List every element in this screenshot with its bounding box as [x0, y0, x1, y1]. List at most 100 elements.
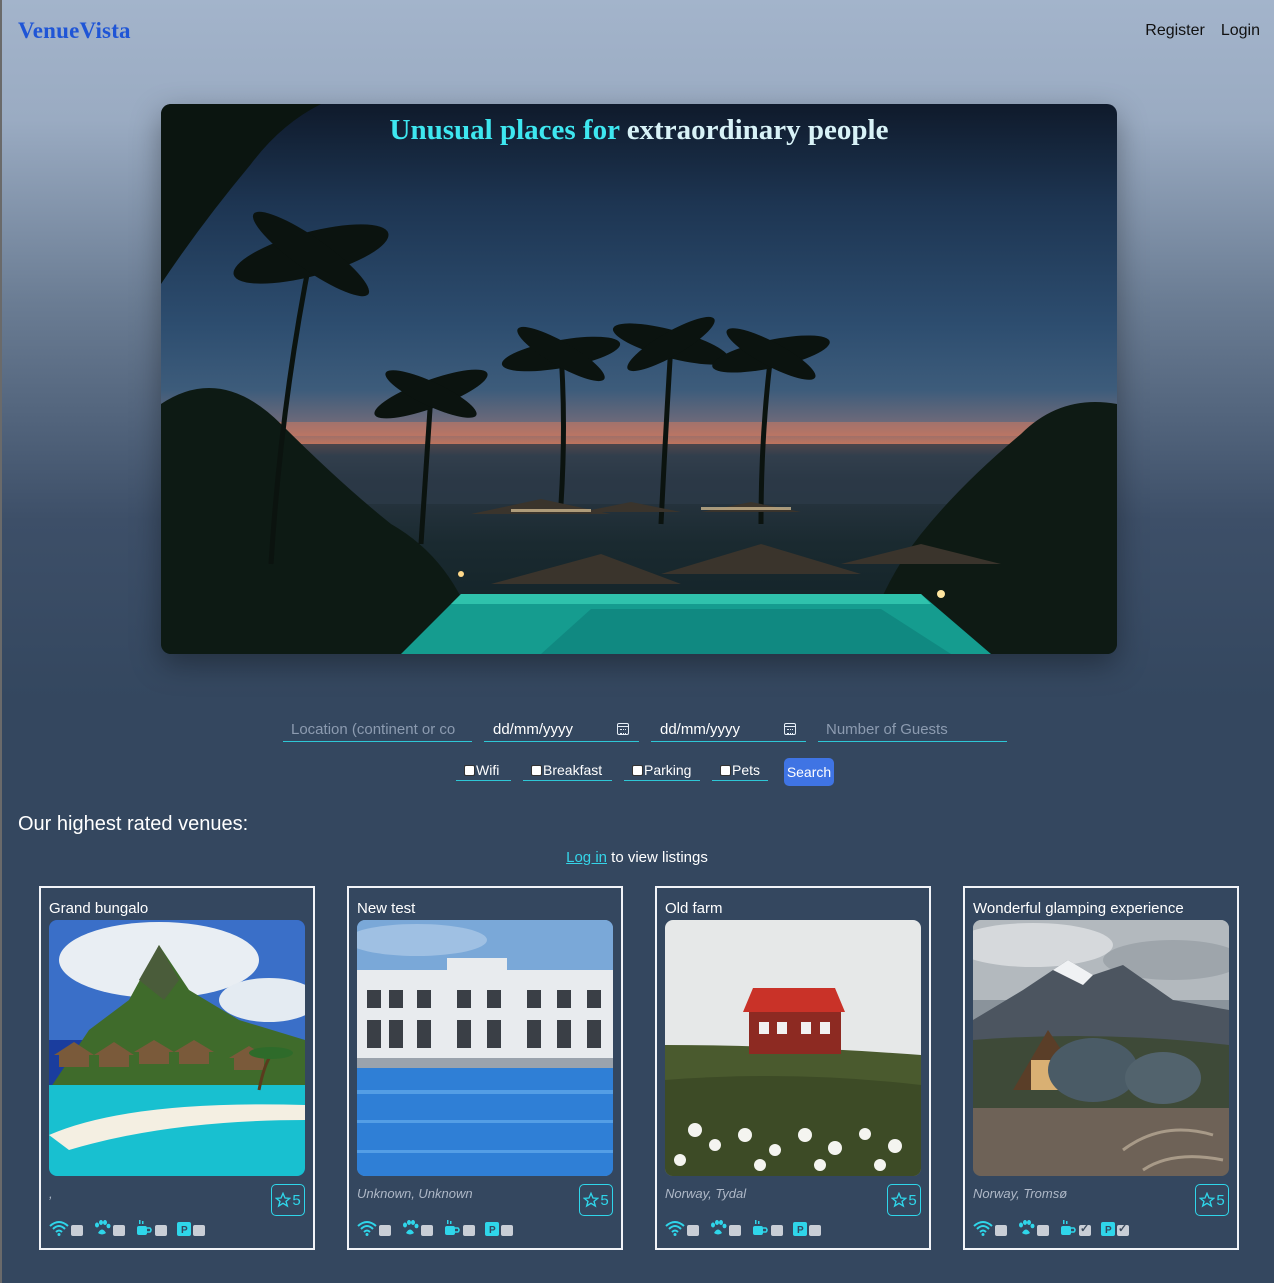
wifi-icon: [49, 1221, 69, 1236]
breakfast-amenity: [443, 1220, 475, 1236]
coffee-icon: [1061, 1220, 1076, 1235]
calendar-icon[interactable]: [784, 723, 796, 735]
wifi-indicator: [687, 1225, 699, 1236]
pets-indicator: [113, 1225, 125, 1236]
parking-amenity: P: [793, 1220, 821, 1236]
location-input[interactable]: [283, 718, 472, 742]
amenities: P: [357, 1220, 513, 1236]
venue-card[interactable]: New test Unknown, Unknown 5 P: [347, 886, 623, 1250]
venue-image[interactable]: [665, 920, 921, 1176]
breakfast-indicator: [1079, 1222, 1091, 1236]
wifi-amenity: [49, 1220, 83, 1236]
star-icon: [583, 1192, 600, 1208]
venue-title[interactable]: Wonderful glamping experience: [973, 900, 1184, 917]
star-icon: [1199, 1192, 1216, 1208]
search-bar: dd/mm/yyyy dd/mm/yyyy: [0, 718, 1274, 744]
parking-icon: P: [793, 1222, 807, 1236]
register-link[interactable]: Register: [1145, 22, 1205, 40]
calendar-icon[interactable]: [617, 723, 629, 735]
paw-icon: [403, 1220, 419, 1235]
venue-card[interactable]: Old farm Norway, Tydal 5 P: [655, 886, 931, 1250]
date-to-input[interactable]: dd/mm/yyyy: [651, 718, 806, 742]
parking-amenity: P: [1101, 1220, 1129, 1236]
venue-title[interactable]: Old farm: [665, 900, 723, 917]
wifi-icon: [973, 1221, 993, 1236]
breakfast-indicator: [155, 1225, 167, 1236]
wifi-amenity: [357, 1220, 391, 1236]
venue-image[interactable]: [973, 920, 1229, 1176]
svg-text:P: P: [1105, 1225, 1112, 1236]
star-icon: [891, 1192, 908, 1208]
rating-badge: 5: [887, 1184, 921, 1216]
svg-text:P: P: [181, 1225, 188, 1236]
venue-title[interactable]: Grand bungalo: [49, 900, 148, 917]
venue-location: Norway, Tromsø: [973, 1186, 1068, 1201]
venue-card[interactable]: Wonderful glamping experience Norway, Tr…: [963, 886, 1239, 1250]
pets-amenity: [93, 1220, 125, 1236]
pets-indicator: [1037, 1225, 1049, 1236]
amenities: P: [665, 1220, 821, 1236]
date-from-input[interactable]: dd/mm/yyyy: [484, 718, 639, 742]
pets-amenity: [1017, 1220, 1049, 1236]
rating-badge: 5: [579, 1184, 613, 1216]
login-link[interactable]: Login: [1221, 22, 1260, 40]
svg-text:P: P: [797, 1225, 804, 1236]
paw-icon: [1019, 1220, 1035, 1235]
pets-amenity: [709, 1220, 741, 1236]
hero-banner: Unusual places for extraordinary people: [161, 104, 1117, 654]
breakfast-filter[interactable]: Breakfast: [523, 760, 612, 781]
wifi-indicator: [379, 1225, 391, 1236]
parking-filter[interactable]: Parking: [624, 760, 700, 781]
rating-badge: 5: [271, 1184, 305, 1216]
wifi-amenity: [973, 1220, 1007, 1236]
wifi-icon: [357, 1221, 377, 1236]
venue-card[interactable]: Grand bungalo , 5 P: [39, 886, 315, 1250]
wifi-indicator: [995, 1225, 1007, 1236]
breakfast-indicator: [771, 1225, 783, 1236]
site-logo[interactable]: VenueVista: [18, 18, 131, 44]
parking-indicator: [809, 1225, 821, 1236]
coffee-icon: [445, 1220, 460, 1235]
paw-icon: [95, 1220, 111, 1235]
breakfast-amenity: [1059, 1220, 1091, 1236]
hero-title: Unusual places for extraordinary people: [389, 114, 889, 146]
wifi-checkbox[interactable]: [464, 764, 475, 776]
wifi-filter[interactable]: Wifi: [456, 760, 511, 781]
hero-image: [161, 104, 1117, 654]
svg-text:P: P: [489, 1225, 496, 1236]
parking-indicator: [193, 1225, 205, 1236]
pets-amenity: [401, 1220, 433, 1236]
breakfast-checkbox[interactable]: [531, 764, 542, 776]
guests-input[interactable]: [818, 718, 1007, 742]
rating-badge: 5: [1195, 1184, 1229, 1216]
parking-icon: P: [177, 1222, 191, 1236]
venue-title[interactable]: New test: [357, 900, 415, 917]
search-button[interactable]: Search: [784, 758, 834, 786]
star-icon: [275, 1192, 292, 1208]
wifi-amenity: [665, 1220, 699, 1236]
section-title: Our highest rated venues:: [18, 813, 249, 835]
pets-indicator: [421, 1225, 433, 1236]
parking-amenity: P: [177, 1220, 205, 1236]
login-prompt: Log in to view listings: [566, 849, 708, 866]
pets-checkbox[interactable]: [720, 764, 731, 776]
page-border: [0, 0, 2, 1283]
venue-location: Norway, Tydal: [665, 1186, 747, 1201]
wifi-icon: [665, 1221, 685, 1236]
parking-icon: P: [1101, 1222, 1115, 1236]
breakfast-indicator: [463, 1225, 475, 1236]
breakfast-amenity: [135, 1220, 167, 1236]
parking-amenity: P: [485, 1220, 513, 1236]
venue-location: ,: [49, 1186, 53, 1201]
venue-image[interactable]: [49, 920, 305, 1176]
parking-indicator: [1117, 1222, 1129, 1236]
venue-image[interactable]: [357, 920, 613, 1176]
login-prompt-link[interactable]: Log in: [566, 849, 607, 866]
amenities: P: [49, 1220, 205, 1236]
pets-filter[interactable]: Pets: [712, 760, 768, 781]
wifi-indicator: [71, 1225, 83, 1236]
parking-indicator: [501, 1225, 513, 1236]
parking-checkbox[interactable]: [632, 764, 643, 776]
top-nav: Register Login: [1145, 22, 1260, 40]
filter-row: Wifi Breakfast Parking Pets: [0, 760, 1274, 790]
